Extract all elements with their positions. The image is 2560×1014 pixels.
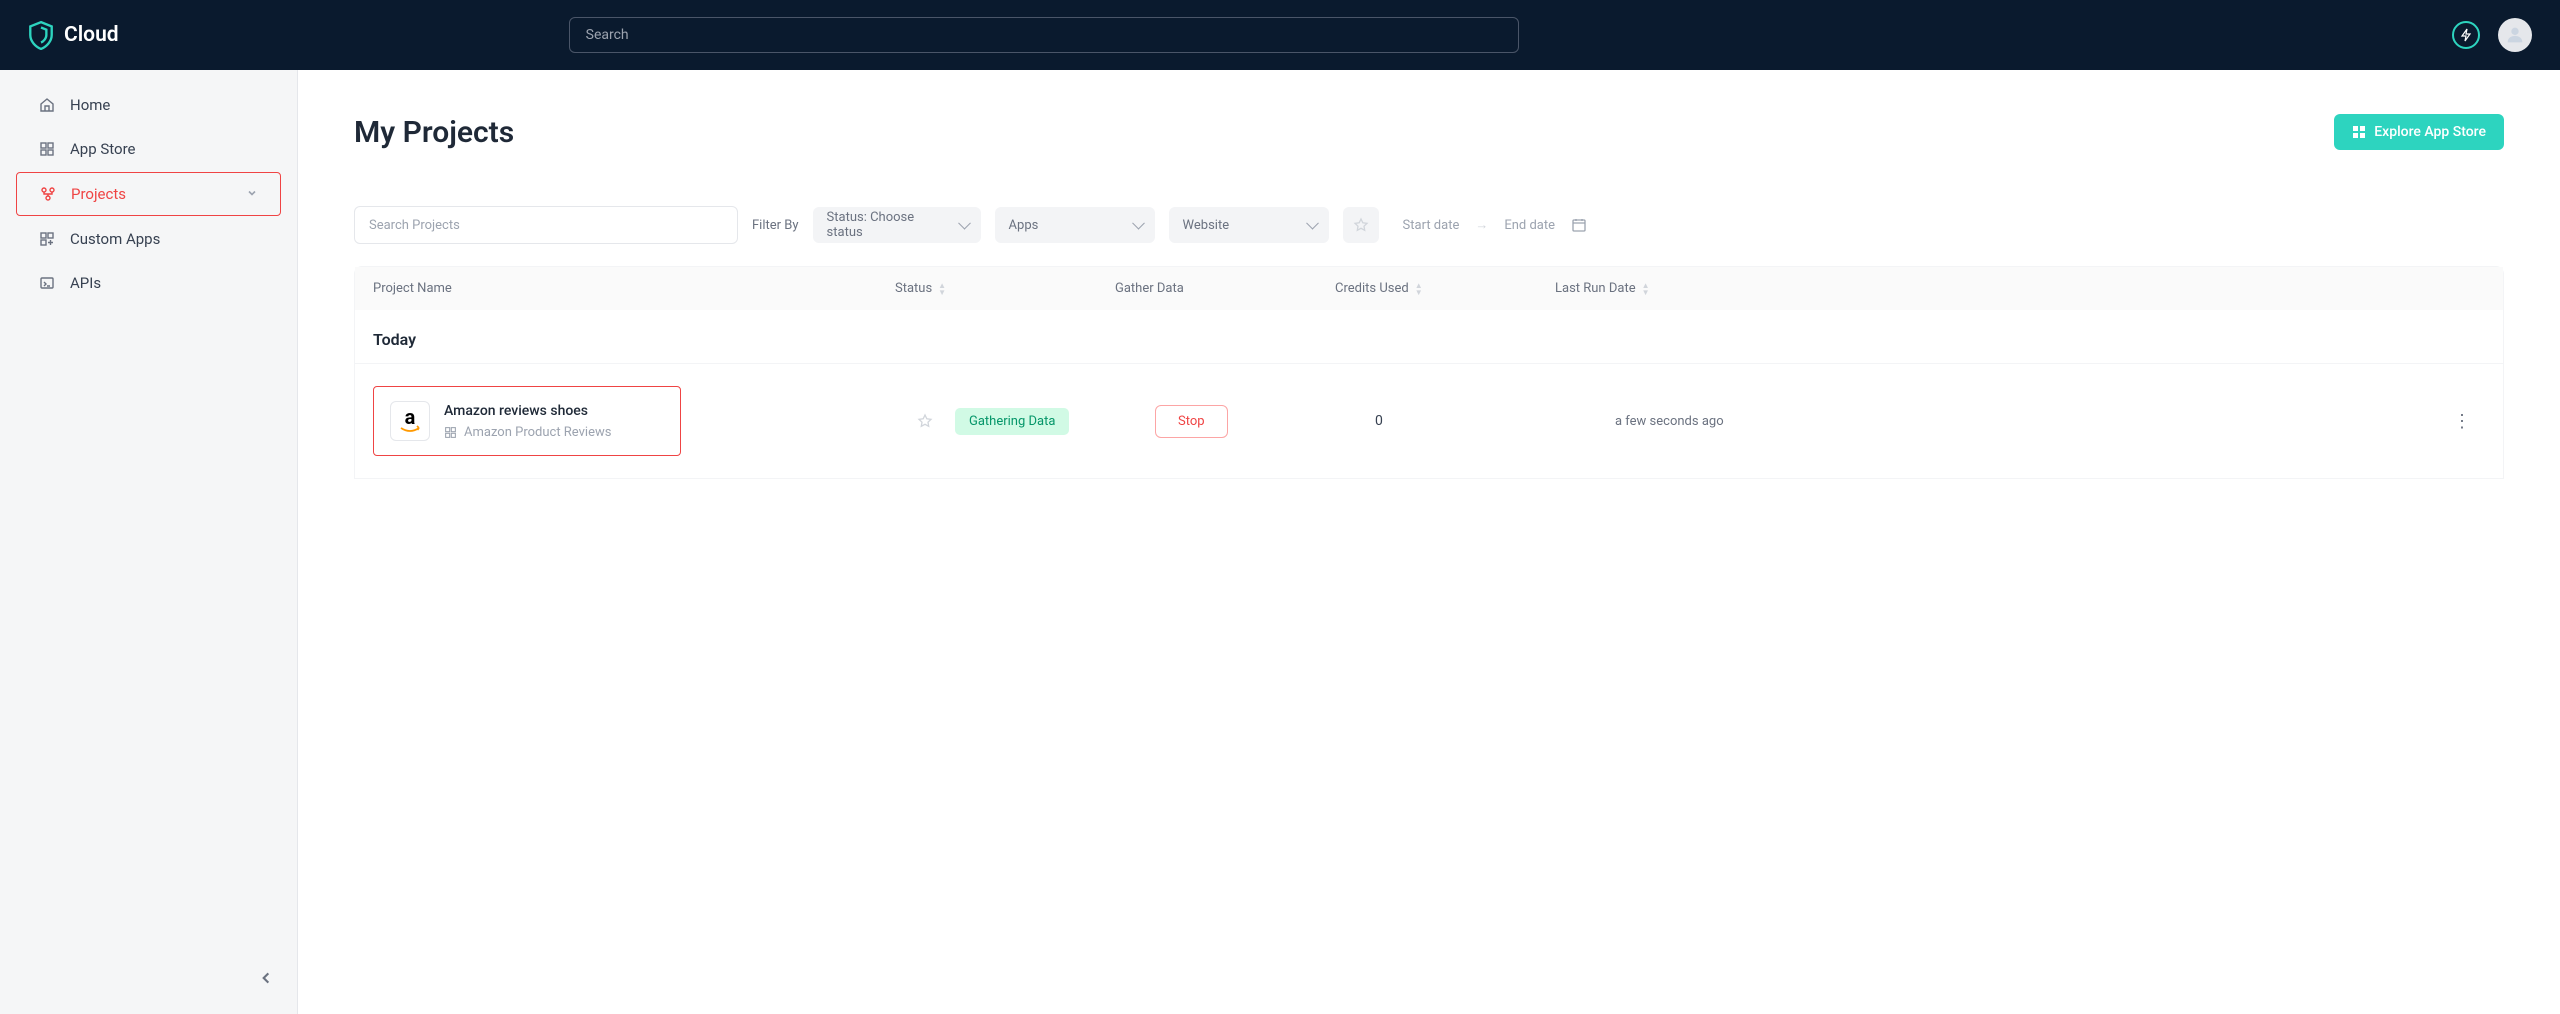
sort-icon: ▲▼ xyxy=(938,282,946,296)
grid-icon xyxy=(38,140,56,158)
amazon-logo-icon: a xyxy=(390,401,430,441)
search-input[interactable] xyxy=(569,17,1519,53)
col-project-name[interactable]: Project Name xyxy=(355,281,895,296)
project-subtitle: Amazon Product Reviews xyxy=(444,425,611,440)
sidebar-item-home[interactable]: Home xyxy=(16,84,281,126)
sidebar-item-apis[interactable]: APIs xyxy=(16,262,281,304)
sidebar-item-label: Home xyxy=(70,96,110,114)
branch-icon xyxy=(39,185,57,203)
main-content: My Projects Explore App Store Filter By … xyxy=(298,70,2560,1014)
filter-by-label: Filter By xyxy=(752,218,799,233)
star-icon xyxy=(1353,217,1369,233)
brand-logo[interactable]: Cloud xyxy=(28,20,119,50)
arrow-right-icon: → xyxy=(1475,217,1488,233)
sidebar: Home App Store Projects Custom Apps APIs xyxy=(0,70,298,1014)
status-dropdown[interactable]: Status: Choose status xyxy=(813,207,981,243)
apps-dropdown[interactable]: Apps xyxy=(995,207,1155,243)
sidebar-item-label: APIs xyxy=(70,274,101,292)
grid-icon xyxy=(444,426,457,439)
favorite-toggle[interactable] xyxy=(895,413,955,429)
sort-icon: ▲▼ xyxy=(1415,282,1423,296)
search-projects-input[interactable] xyxy=(354,206,738,244)
col-credits[interactable]: Credits Used▲▼ xyxy=(1335,281,1555,296)
global-search xyxy=(569,17,1519,53)
status-badge: Gathering Data xyxy=(955,408,1069,435)
col-gather: Gather Data xyxy=(1115,281,1335,296)
sidebar-item-app-store[interactable]: App Store xyxy=(16,128,281,170)
projects-table: Project Name Status▲▼ Gather Data Credit… xyxy=(354,266,2504,479)
home-icon xyxy=(38,96,56,114)
sidebar-item-label: App Store xyxy=(70,140,135,158)
table-row: a Amazon reviews shoes Amazon Product Re… xyxy=(355,363,2503,478)
app-header: Cloud xyxy=(0,0,2560,70)
star-icon xyxy=(917,413,933,429)
sort-icon: ▲▼ xyxy=(1642,282,1650,296)
project-card[interactable]: a Amazon reviews shoes Amazon Product Re… xyxy=(373,386,681,456)
date-range-picker[interactable]: Start date → End date xyxy=(1393,207,1597,243)
website-dropdown[interactable]: Website xyxy=(1169,207,1329,243)
page-title: My Projects xyxy=(354,115,514,150)
explore-label: Explore App Store xyxy=(2374,124,2486,140)
last-run-date: a few seconds ago xyxy=(1615,414,1855,429)
bolt-icon[interactable] xyxy=(2452,21,2480,49)
row-menu-button[interactable]: ⋮ xyxy=(2453,411,2503,432)
project-name: Amazon reviews shoes xyxy=(444,403,611,419)
terminal-icon xyxy=(38,274,56,292)
col-last-run[interactable]: Last Run Date▲▼ xyxy=(1555,281,1755,296)
stop-button[interactable]: Stop xyxy=(1155,405,1228,438)
grid-icon xyxy=(2352,125,2366,139)
svg-text:a: a xyxy=(405,406,416,429)
header-actions xyxy=(2452,18,2532,52)
sidebar-item-custom-apps[interactable]: Custom Apps xyxy=(16,218,281,260)
start-date: Start date xyxy=(1403,218,1460,233)
shield-icon xyxy=(28,20,54,50)
explore-app-store-button[interactable]: Explore App Store xyxy=(2334,114,2504,150)
group-today: Today xyxy=(355,310,2503,363)
sidebar-item-projects[interactable]: Projects xyxy=(16,172,281,216)
avatar[interactable] xyxy=(2498,18,2532,52)
favorite-filter-button[interactable] xyxy=(1343,207,1379,243)
calendar-icon xyxy=(1571,217,1587,233)
chevron-down-icon xyxy=(246,185,258,203)
end-date: End date xyxy=(1504,218,1555,233)
sidebar-item-label: Custom Apps xyxy=(70,230,160,248)
col-status[interactable]: Status▲▼ xyxy=(895,281,1115,296)
brand-text: Cloud xyxy=(64,23,119,47)
credits-used: 0 xyxy=(1375,413,1615,429)
filter-bar: Filter By Status: Choose status Apps Web… xyxy=(354,206,2504,244)
sidebar-item-label: Projects xyxy=(71,185,126,203)
apps-icon xyxy=(38,230,56,248)
collapse-sidebar-button[interactable] xyxy=(259,969,273,990)
table-header: Project Name Status▲▼ Gather Data Credit… xyxy=(355,267,2503,310)
